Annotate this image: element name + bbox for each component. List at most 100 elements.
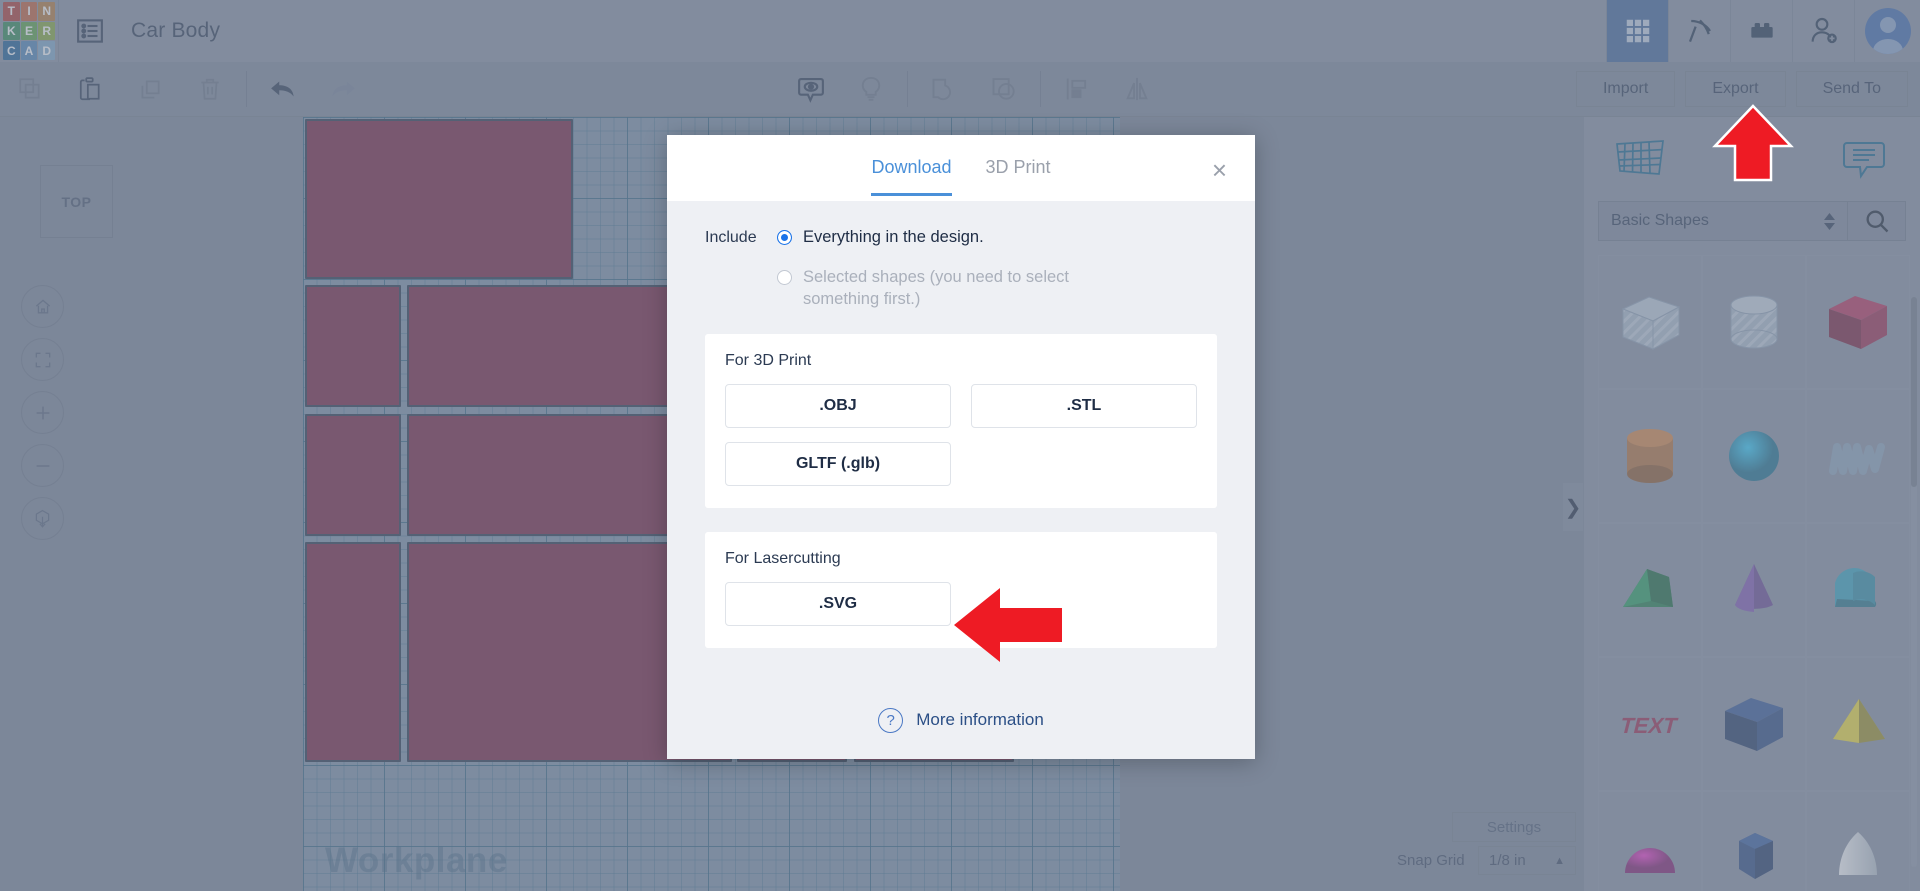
caret-up-icon: ▲: [1554, 854, 1565, 867]
shape-box[interactable]: [1806, 255, 1910, 389]
download-gltf-button[interactable]: GLTF (.glb): [725, 442, 951, 487]
download-obj-button[interactable]: .OBJ: [725, 384, 951, 429]
notes-icon[interactable]: [1808, 137, 1920, 181]
design-part[interactable]: [305, 414, 401, 536]
shape-cone[interactable]: [1702, 523, 1806, 657]
shape-box-hole[interactable]: [1598, 255, 1702, 389]
redo-icon[interactable]: [313, 62, 373, 117]
arrow-pointing-svg: [952, 586, 1064, 669]
question-icon: ?: [878, 707, 904, 733]
mirror-icon[interactable]: [1107, 62, 1167, 117]
group-icon[interactable]: [914, 62, 974, 117]
radio-everything[interactable]: Everything in the design.: [777, 227, 1217, 249]
view-cube-face-label: TOP: [61, 193, 92, 210]
logo-tile: E: [20, 21, 38, 41]
sendto-button[interactable]: Send To: [1795, 71, 1908, 107]
panel-collapse-button[interactable]: ❯: [1562, 482, 1584, 532]
logo-tile: C: [3, 41, 20, 60]
snap-grid-select[interactable]: 1/8 in ▲: [1478, 846, 1576, 875]
brick-icon[interactable]: [1730, 0, 1792, 62]
for-3d-print-card: For 3D Print .OBJ .STL GLTF (.glb): [705, 334, 1217, 509]
more-information-link[interactable]: More information: [916, 710, 1044, 730]
panel-scrollbar-thumb[interactable]: [1911, 297, 1917, 487]
workplane-label: Workplane: [325, 841, 508, 880]
shape-paraboloid[interactable]: [1806, 791, 1910, 891]
chevron-updown-icon: [1824, 212, 1835, 230]
logo-tile: N: [38, 2, 55, 21]
snap-grid-value: 1/8 in: [1489, 852, 1526, 869]
tab-3d-print[interactable]: 3D Print: [986, 157, 1051, 196]
divider: [907, 71, 909, 107]
close-icon[interactable]: ×: [1212, 157, 1227, 183]
shape-scribble[interactable]: [1806, 389, 1910, 523]
page-title[interactable]: Car Body: [131, 19, 220, 43]
tinkercad-app: Workplane TOP ❯ Basic Shapes TEXT Settin…: [0, 0, 1920, 891]
export-button[interactable]: Export: [1685, 71, 1786, 107]
view-cube[interactable]: TOP: [40, 165, 113, 238]
import-button[interactable]: Import: [1575, 71, 1676, 107]
shape-cylinder[interactable]: [1598, 389, 1702, 523]
logo-tile: I: [20, 2, 38, 21]
copy-icon[interactable]: [0, 62, 60, 117]
perspective-toggle-button[interactable]: [21, 497, 64, 540]
ungroup-icon[interactable]: [974, 62, 1034, 117]
shape-text[interactable]: TEXT: [1598, 657, 1702, 791]
shape-cylinder-hole[interactable]: [1702, 255, 1806, 389]
radio-selected-shapes-input[interactable]: [777, 269, 792, 285]
grid-view-icon[interactable]: [1606, 0, 1668, 62]
workplane-icon[interactable]: [1584, 138, 1696, 180]
undo-icon[interactable]: [253, 62, 313, 117]
radio-everything-label: Everything in the design.: [803, 228, 984, 246]
design-part[interactable]: [305, 285, 401, 407]
shape-sphere[interactable]: [1702, 389, 1806, 523]
home-view-button[interactable]: [21, 285, 64, 328]
logo-tile: A: [20, 41, 38, 60]
shape-category-value: Basic Shapes: [1611, 212, 1709, 229]
include-label: Include: [705, 229, 757, 246]
download-svg-button[interactable]: .SVG: [725, 582, 951, 627]
pickaxe-icon[interactable]: [1668, 0, 1730, 62]
shape-half-sphere[interactable]: [1598, 791, 1702, 891]
tab-download[interactable]: Download: [871, 157, 952, 196]
svg-text:TEXT: TEXT: [1618, 713, 1681, 738]
shapes-panel: ❯ Basic Shapes TEXT: [1562, 117, 1920, 891]
add-user-icon[interactable]: [1792, 0, 1854, 62]
include-options: Everything in the design. Selected shape…: [777, 227, 1217, 310]
visibility-icon[interactable]: [781, 62, 841, 117]
divider: [246, 71, 247, 107]
shape-box-navy[interactable]: [1702, 657, 1806, 791]
radio-everything-input[interactable]: [777, 230, 792, 245]
arrow-pointing-export: [1712, 104, 1794, 187]
align-icon[interactable]: [1047, 62, 1107, 117]
edit-toolbar: Import Export Send To: [0, 62, 1920, 117]
dialog-tabs: Download 3D Print ×: [667, 135, 1255, 201]
lightbulb-icon[interactable]: [841, 62, 901, 117]
shape-category-select[interactable]: Basic Shapes: [1598, 201, 1848, 241]
zoom-in-button[interactable]: [21, 391, 64, 434]
fit-view-button[interactable]: [21, 338, 64, 381]
shape-hex-prism[interactable]: [1702, 791, 1806, 891]
avatar[interactable]: [1854, 0, 1920, 62]
duplicate-icon[interactable]: [120, 62, 180, 117]
zoom-out-button[interactable]: [21, 444, 64, 487]
list-icon[interactable]: [59, 0, 121, 62]
logo-tile: D: [38, 41, 55, 60]
design-part[interactable]: [305, 542, 401, 762]
logo-tile: R: [38, 21, 55, 41]
settings-button[interactable]: Settings: [1452, 812, 1576, 842]
shape-pyramid[interactable]: [1806, 657, 1910, 791]
logo-tile: K: [3, 21, 20, 41]
shape-wedge[interactable]: [1598, 523, 1702, 657]
search-button[interactable]: [1848, 201, 1906, 241]
tinkercad-logo[interactable]: TINKERCAD: [0, 0, 58, 62]
radio-selected-shapes-label: Selected shapes (you need to select some…: [803, 267, 1070, 308]
shape-roof[interactable]: [1806, 523, 1910, 657]
paste-icon[interactable]: [60, 62, 120, 117]
delete-icon[interactable]: [180, 62, 240, 117]
radio-selected-shapes[interactable]: Selected shapes (you need to select some…: [777, 267, 1217, 311]
download-stl-button[interactable]: .STL: [971, 384, 1197, 429]
print-format-row-2: GLTF (.glb): [725, 442, 1197, 487]
design-part[interactable]: [305, 119, 573, 279]
include-row: Include Everything in the design. Select…: [705, 227, 1217, 310]
logo-tile: T: [3, 2, 20, 21]
